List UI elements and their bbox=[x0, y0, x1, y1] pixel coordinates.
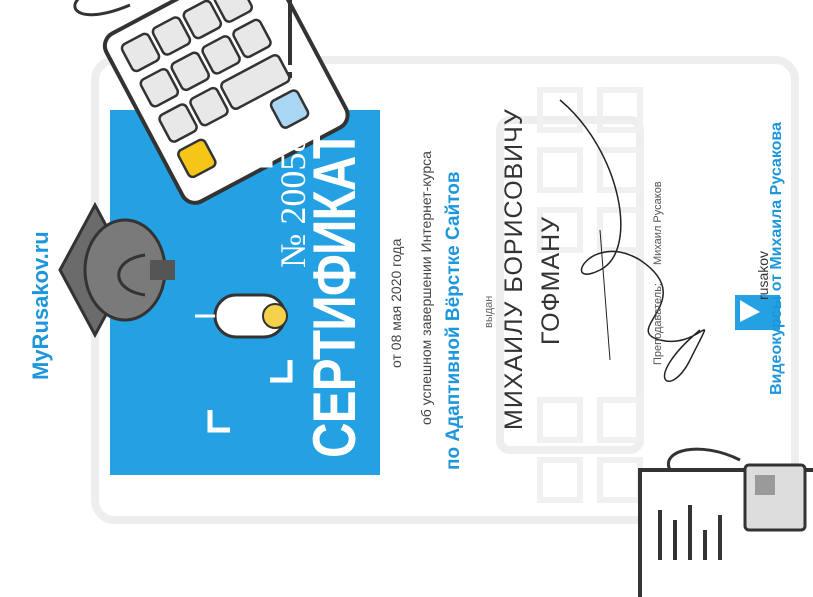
certificate-page: MyRusakov.ru СЕРТИФИКАТ № 20058 от 08 ма… bbox=[0, 0, 813, 597]
device-illustration bbox=[638, 447, 813, 597]
